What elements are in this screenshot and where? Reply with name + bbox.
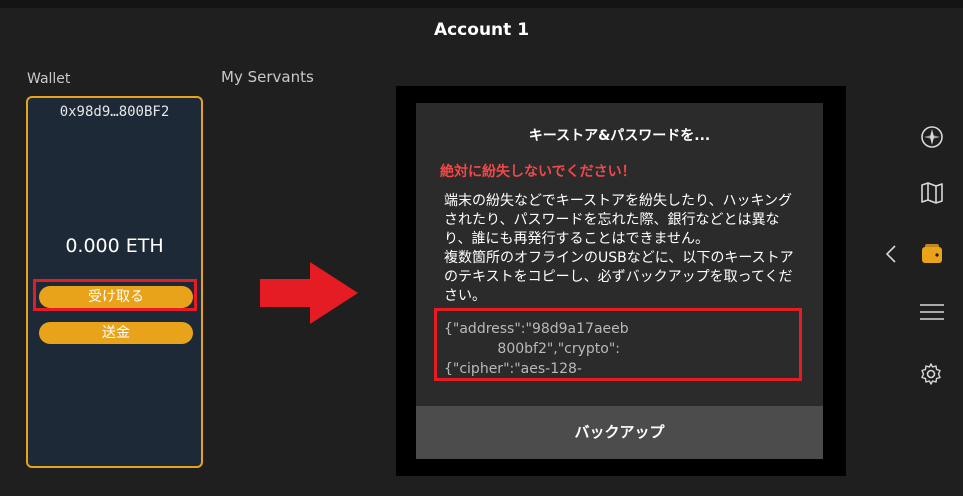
keystore-highlight-box [434, 308, 802, 381]
dialog-body-text[interactable]: 端末の紛失などでキーストアを紛失したり、ハッキングされたり、パスワードを忘れた際… [444, 192, 800, 305]
keystore-dialog: キーストア&パスワードを... 絶対に紛失しないでください！ 端末の紛失などでキ… [416, 103, 823, 459]
wallet-balance: 0.000 ETH [65, 235, 164, 257]
top-bar [0, 0, 963, 8]
dialog-title: キーストア&パスワードを... [528, 128, 711, 144]
wallet-address: 0x98d9…800BF2 [59, 104, 170, 120]
backup-button[interactable]: バックアップ [416, 406, 823, 459]
red-arrow-icon [260, 262, 358, 324]
page-title: Account 1 [433, 20, 530, 40]
chevron-left-icon[interactable] [884, 244, 898, 264]
dialog-warning: 絶対に紛失しないでください！ [440, 164, 636, 180]
servants-section-label[interactable]: My Servants [221, 68, 314, 86]
menu-icon[interactable] [918, 300, 946, 324]
receive-highlight-box [33, 279, 197, 311]
send-button[interactable]: 送金 [39, 322, 193, 344]
map-icon[interactable] [920, 181, 944, 205]
wallet-icon[interactable] [920, 242, 944, 266]
wallet-section-label: Wallet [27, 71, 71, 87]
gear-icon[interactable] [919, 362, 943, 386]
compass-icon[interactable] [920, 125, 944, 149]
